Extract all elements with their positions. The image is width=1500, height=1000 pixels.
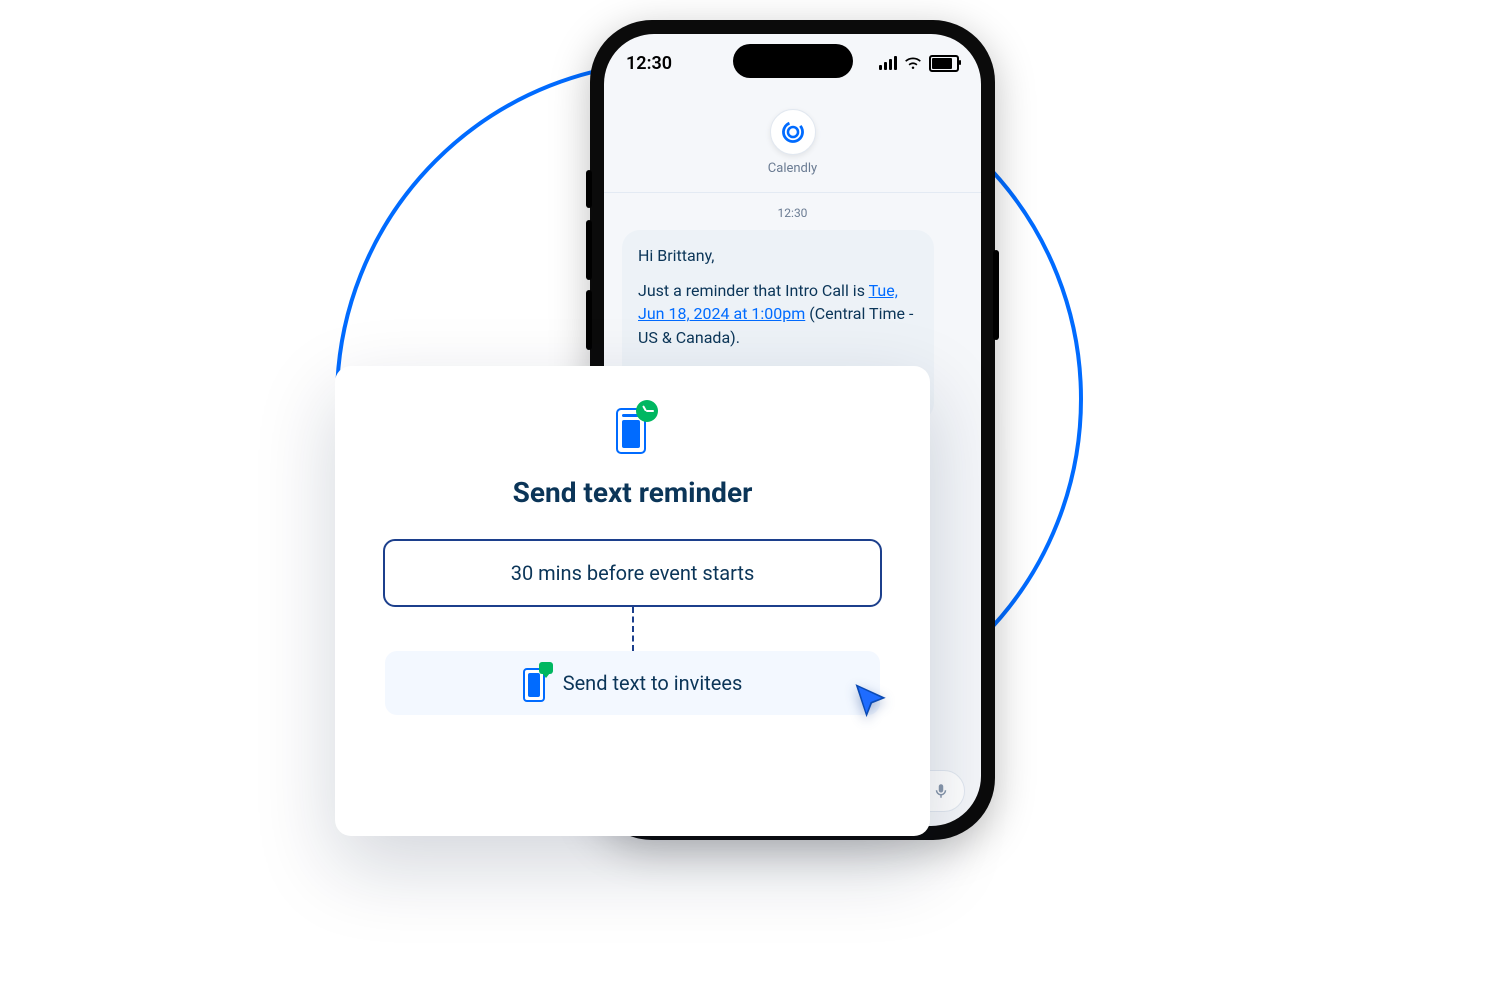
text-reminder-icon: [610, 400, 656, 454]
sms-action-icon: [523, 666, 545, 700]
timing-option[interactable]: 30 mins before event starts: [383, 539, 882, 607]
sms-greeting: Hi Brittany,: [638, 244, 918, 267]
battery-icon: [929, 55, 959, 72]
phone-volume-up: [586, 220, 592, 280]
wifi-icon: [904, 54, 922, 72]
send-text-label: Send text to invitees: [563, 671, 743, 695]
flow-connector: [632, 607, 634, 651]
status-time: 12:30: [626, 53, 672, 74]
sender-name: Calendly: [768, 161, 817, 176]
phone-volume-down: [586, 290, 592, 350]
timing-option-label: 30 mins before event starts: [511, 561, 755, 585]
thread-timestamp: 12:30: [622, 206, 963, 220]
cellular-icon: [879, 56, 897, 70]
cursor-icon: [850, 680, 894, 729]
phone-side-button: [586, 170, 592, 208]
mic-icon[interactable]: [932, 782, 950, 800]
sms-body: Just a reminder that Intro Call is Tue, …: [638, 279, 918, 349]
calendly-logo-icon: [779, 118, 807, 146]
clock-badge-icon: [636, 400, 658, 422]
sender-avatar: [770, 109, 816, 155]
dynamic-island: [733, 44, 853, 78]
card-title: Send text reminder: [513, 476, 753, 509]
text-reminder-card: Send text reminder 30 mins before event …: [335, 366, 930, 836]
conversation-header: Calendly: [604, 92, 981, 193]
send-text-action[interactable]: Send text to invitees: [385, 651, 880, 715]
phone-power-button: [993, 250, 999, 340]
